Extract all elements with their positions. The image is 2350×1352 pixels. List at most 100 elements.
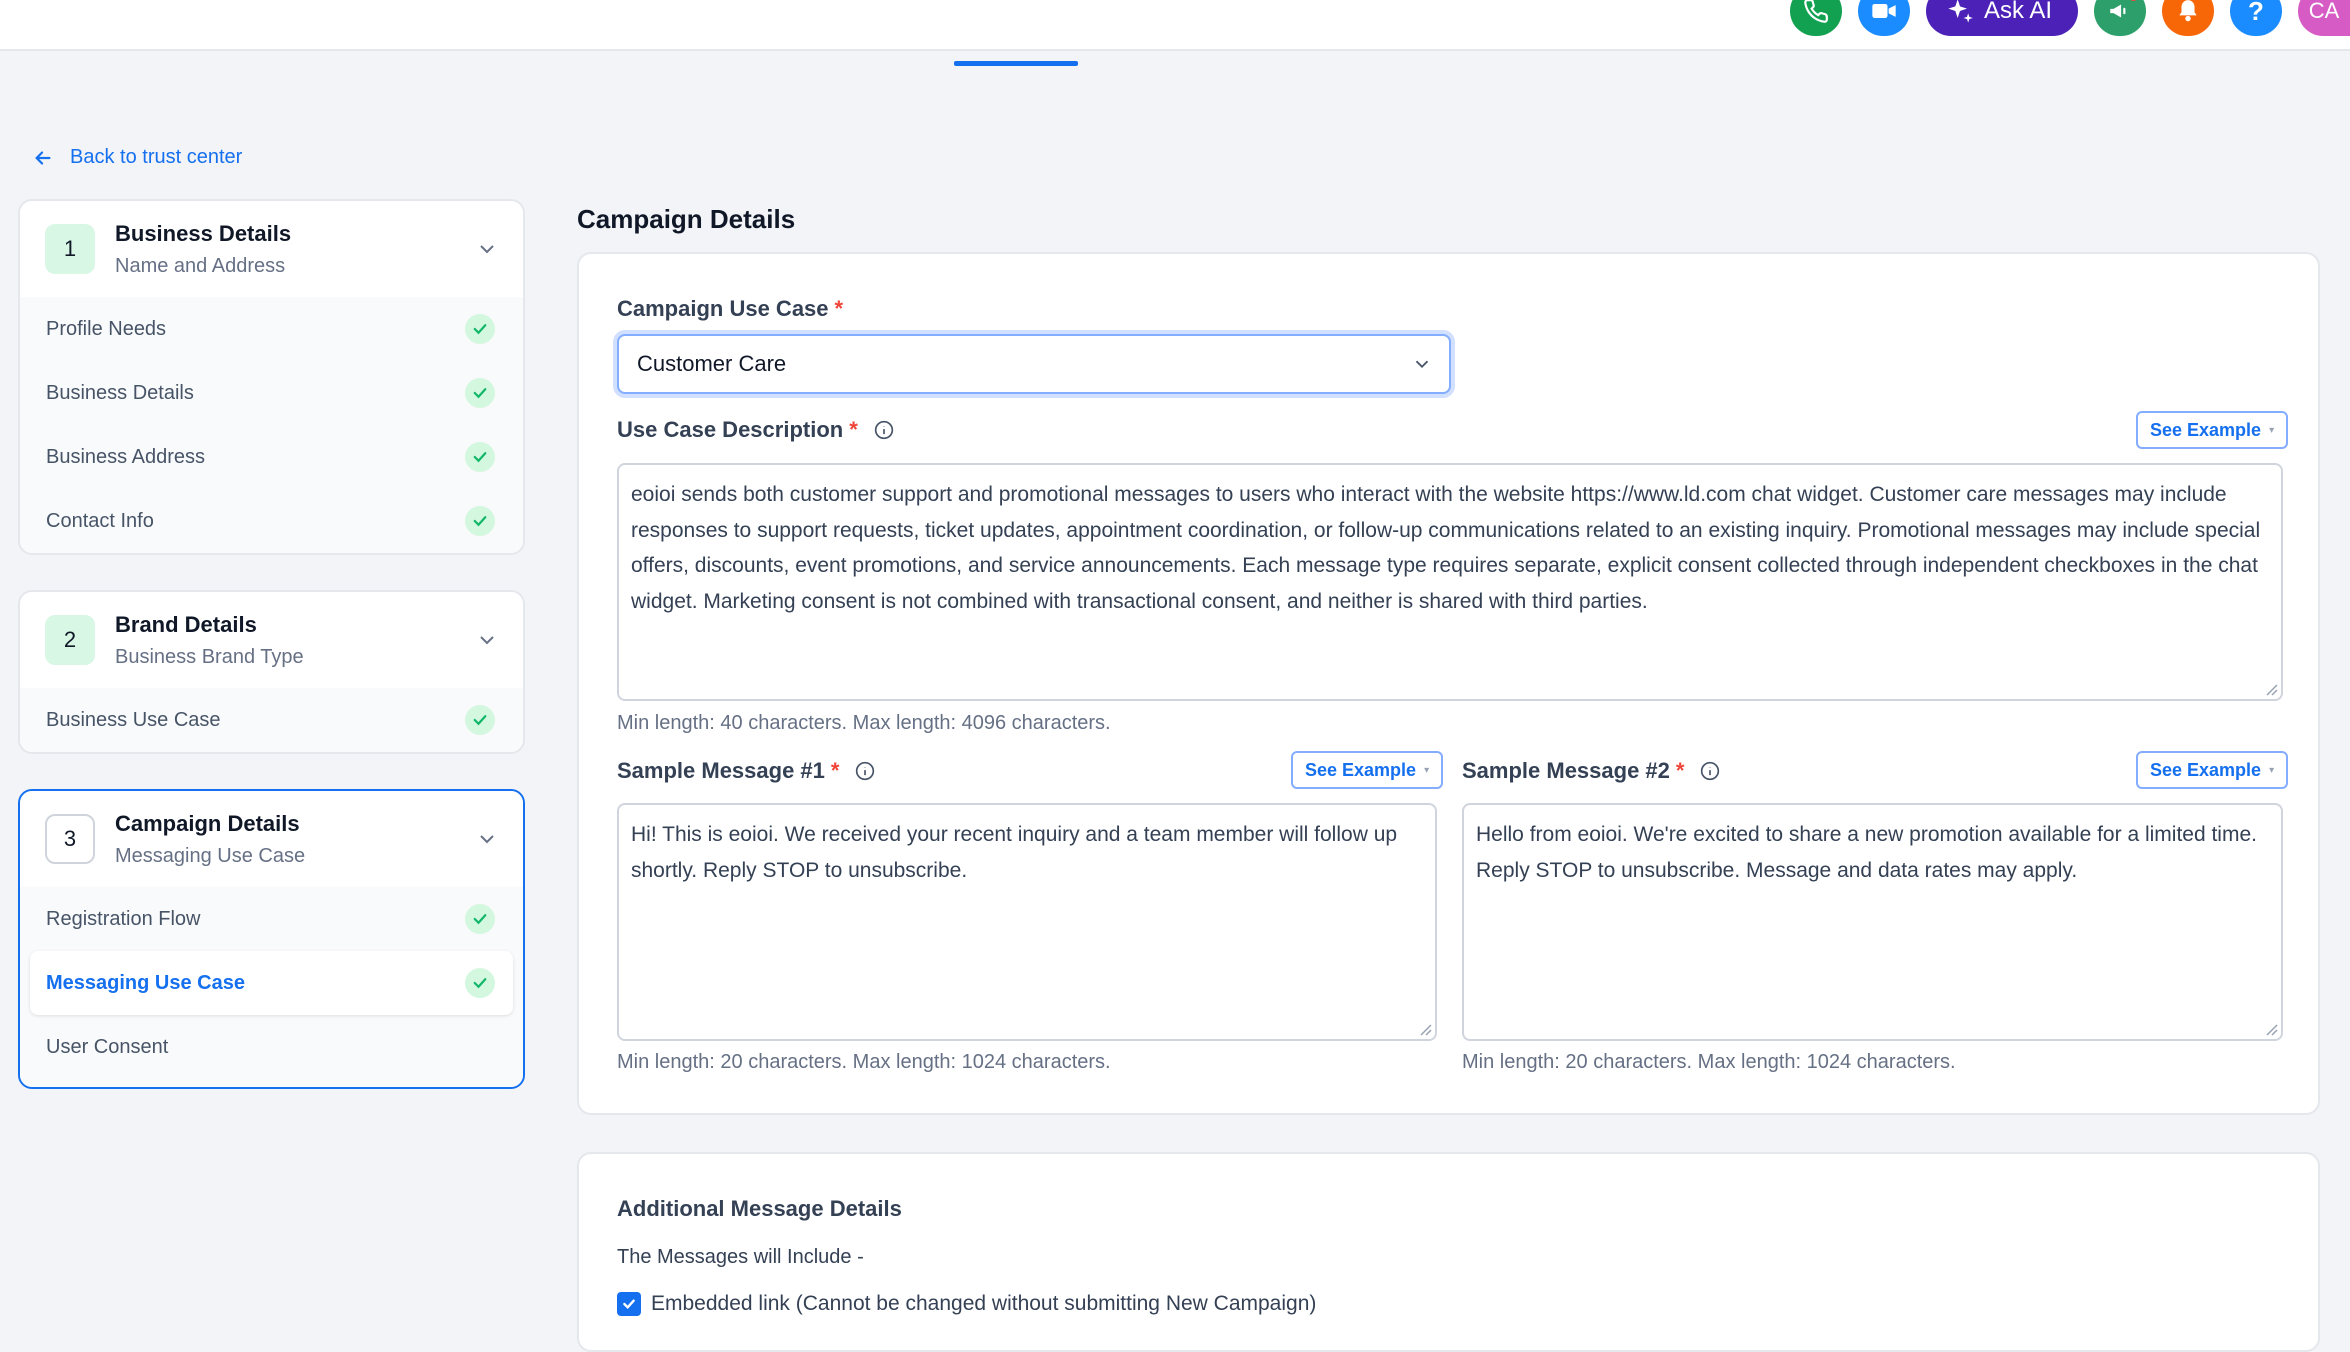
textarea-value: eoioi sends both customer support and pr… <box>631 483 2261 613</box>
video-icon <box>1872 4 1896 18</box>
step-item-registration-flow[interactable]: Registration Flow <box>30 887 513 951</box>
step-item-messaging-use-case[interactable]: Messaging Use Case <box>30 951 513 1015</box>
check-icon <box>465 904 495 934</box>
sample-message-1-label: Sample Message #1 * <box>617 758 875 784</box>
video-button[interactable] <box>1857 0 1910 36</box>
help-button[interactable]: ? <box>2230 0 2282 36</box>
check-icon <box>465 378 495 408</box>
textarea-value: Hi! This is eoioi. We received your rece… <box>631 823 1398 882</box>
step-number: 3 <box>45 814 95 864</box>
step-number: 2 <box>45 615 95 665</box>
page-title: Campaign Details <box>577 204 796 234</box>
embedded-link-checkbox[interactable] <box>617 1292 641 1316</box>
see-example-label: See Example <box>1305 759 1417 780</box>
info-icon[interactable] <box>874 420 894 440</box>
step-item-user-consent[interactable]: User Consent <box>30 1015 513 1079</box>
see-example-button[interactable]: See Example ▾ <box>2136 411 2289 449</box>
step-item-label: Business Address <box>46 445 205 468</box>
step-header-campaign-details[interactable]: 3 Campaign Details Messaging Use Case <box>20 791 523 887</box>
arrow-left-icon <box>35 150 51 165</box>
chevron-down-icon <box>1415 360 1429 369</box>
phone-button[interactable] <box>1789 0 1842 36</box>
megaphone-icon <box>2110 4 2126 18</box>
top-actions: Ask AI ? CA <box>1789 0 2350 36</box>
caret-icon: ▾ <box>1424 764 1430 776</box>
sample-message-2-textarea[interactable]: Hello from eoioi. We're excited to share… <box>1462 803 2283 1041</box>
step-item-label: Messaging Use Case <box>46 971 245 994</box>
step-card-brand-details: 2 Brand Details Business Brand Type Busi… <box>18 590 525 754</box>
step-items: Business Use Case <box>20 688 523 752</box>
step-title: Brand Details <box>115 611 257 637</box>
step-subtitle: Messaging Use Case <box>115 844 306 867</box>
step-item-label: User Consent <box>46 1035 169 1058</box>
sparkle-icon <box>1948 0 1973 23</box>
resize-handle-icon[interactable] <box>1418 1022 1432 1036</box>
chevron-down-icon[interactable] <box>475 827 499 851</box>
step-item-label: Business Use Case <box>46 708 221 731</box>
info-icon[interactable] <box>1700 761 1720 781</box>
ask-ai-button[interactable]: Ask AI <box>1925 0 2078 36</box>
label-text: Sample Message #2 <box>1462 758 1670 783</box>
phone-icon <box>1804 0 1828 23</box>
step-header-brand-details[interactable]: 2 Brand Details Business Brand Type <box>20 592 523 688</box>
notifications-button[interactable] <box>2162 0 2214 36</box>
step-item-contact-info[interactable]: Contact Info <box>30 489 513 553</box>
check-icon <box>465 705 495 735</box>
step-card-campaign-details: 3 Campaign Details Messaging Use Case Re… <box>18 789 525 1089</box>
required-mark: * <box>830 758 840 783</box>
messages-include-intro: The Messages will Include - <box>617 1246 864 1268</box>
avatar[interactable]: CA <box>2298 0 2350 36</box>
help-icon: ? <box>2248 0 2264 26</box>
label-text: Campaign Use Case <box>617 296 829 321</box>
check-icon <box>465 442 495 472</box>
back-to-trust-center-link[interactable]: Back to trust center <box>32 146 242 169</box>
caret-icon: ▾ <box>2269 764 2275 776</box>
sample-message-2-label: Sample Message #2 * <box>1462 758 1720 784</box>
step-item-business-address[interactable]: Business Address <box>30 425 513 489</box>
step-item-profile-needs[interactable]: Profile Needs <box>30 297 513 361</box>
sample-message-1-textarea[interactable]: Hi! This is eoioi. We received your rece… <box>617 803 1437 1041</box>
step-header-business-details[interactable]: 1 Business Details Name and Address <box>20 201 523 297</box>
campaign-use-case-select[interactable]: Customer Care <box>617 334 1451 394</box>
see-example-button[interactable]: See Example ▾ <box>1291 751 1444 789</box>
step-item-label: Profile Needs <box>46 317 167 340</box>
ask-ai-label: Ask AI <box>1983 0 2052 24</box>
resize-handle-icon[interactable] <box>2264 1022 2278 1036</box>
campaign-use-case-label: Campaign Use Case * <box>617 296 843 322</box>
use-case-description-label: Use Case Description * <box>617 417 894 443</box>
check-icon <box>465 506 495 536</box>
required-mark: * <box>849 417 858 442</box>
chevron-down-icon[interactable] <box>475 237 499 261</box>
chevron-down-icon[interactable] <box>475 628 499 652</box>
required-mark: * <box>1675 758 1685 783</box>
check-icon <box>465 314 495 344</box>
see-example-label: See Example <box>2150 419 2262 440</box>
step-item-label: Contact Info <box>46 509 154 532</box>
active-tab-indicator <box>954 61 1078 66</box>
label-text: Use Case Description <box>617 417 844 442</box>
caret-icon: ▾ <box>2269 424 2275 436</box>
step-item-business-use-case[interactable]: Business Use Case <box>30 688 513 752</box>
label-text: Sample Message #1 <box>617 758 825 783</box>
step-number: 1 <box>45 224 95 274</box>
required-mark: * <box>834 296 844 321</box>
info-icon[interactable] <box>855 761 875 781</box>
additional-details-panel: Additional Message Details The Messages … <box>577 1152 2320 1352</box>
step-item-label: Business Details <box>46 381 194 404</box>
announcements-button[interactable] <box>2094 0 2146 36</box>
top-bar: Ask AI ? CA <box>0 0 2350 51</box>
textarea-value: Hello from eoioi. We're excited to share… <box>1476 823 2257 882</box>
bell-icon <box>2179 0 2197 22</box>
resize-handle-icon[interactable] <box>2264 682 2278 696</box>
campaign-details-panel: Campaign Use Case * Customer Care Use Ca… <box>577 252 2320 1115</box>
see-example-button[interactable]: See Example ▾ <box>2136 751 2289 789</box>
label-text: Additional Message Details <box>617 1196 902 1221</box>
back-link-label: Back to trust center <box>70 146 243 168</box>
step-item-business-details[interactable]: Business Details <box>30 361 513 425</box>
check-icon <box>465 968 495 998</box>
step-subtitle: Name and Address <box>115 254 286 277</box>
use-case-description-textarea[interactable]: eoioi sends both customer support and pr… <box>617 463 2283 701</box>
step-items: Profile Needs Business Details Business … <box>20 297 523 553</box>
embedded-link-option[interactable]: Embedded link (Cannot be changed without… <box>617 1292 1316 1316</box>
avatar-initials: CA <box>2308 0 2340 23</box>
